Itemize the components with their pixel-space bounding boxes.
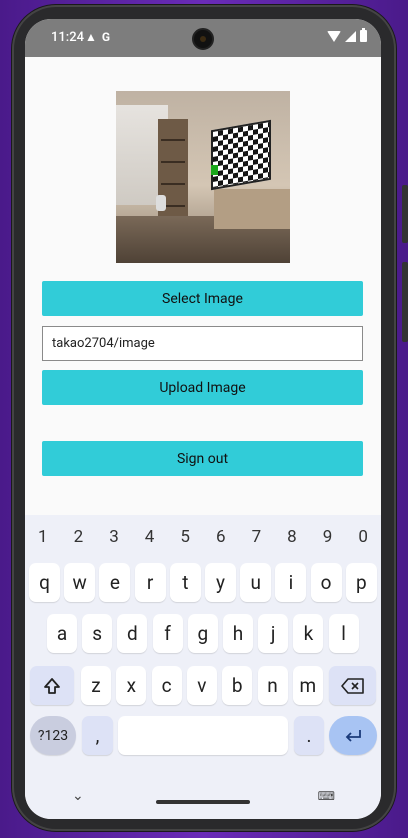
number-key[interactable]: 3 [109, 527, 119, 547]
letter-key[interactable]: u [240, 563, 272, 602]
letter-key[interactable]: p [345, 563, 377, 602]
google-icon: G [101, 30, 111, 44]
battery-icon [360, 28, 367, 42]
keyboard-switch-icon[interactable]: ⌨ [318, 789, 335, 803]
letter-key[interactable]: b [222, 666, 253, 705]
photo-green-marker [211, 165, 218, 175]
letter-key[interactable]: c [151, 666, 182, 705]
symbols-key[interactable]: ?123 [30, 716, 76, 755]
wifi-icon [327, 30, 341, 42]
space-key[interactable] [118, 716, 288, 755]
power-button [402, 185, 408, 243]
app-content: Select Image takao2704/image Upload Imag… [25, 57, 381, 515]
number-key[interactable]: 4 [145, 527, 155, 547]
signal-icon [345, 30, 356, 42]
upload-image-button[interactable]: Upload Image [42, 370, 363, 405]
letter-key[interactable]: s [82, 614, 113, 653]
number-key[interactable]: 2 [74, 527, 84, 547]
number-row: 1 2 3 4 5 6 7 8 9 0 [25, 527, 381, 547]
letter-key[interactable]: g [187, 614, 218, 653]
number-key[interactable]: 5 [180, 527, 190, 547]
shift-key[interactable] [30, 666, 74, 705]
device-background: 11:24 ▲ G Select Image takao2704/image U… [0, 0, 408, 838]
number-key[interactable]: 6 [216, 527, 226, 547]
letter-key[interactable]: d [117, 614, 148, 653]
status-bar: 11:24 ▲ G [25, 19, 381, 57]
letter-key[interactable]: q [29, 563, 60, 602]
number-key[interactable]: 8 [287, 527, 297, 547]
number-key[interactable]: 0 [358, 527, 368, 547]
select-image-button[interactable]: Select Image [42, 281, 363, 316]
path-input-value: takao2704/image [52, 336, 155, 351]
enter-key[interactable] [329, 716, 377, 755]
phone-screen: 11:24 ▲ G Select Image takao2704/image U… [25, 19, 381, 819]
selected-image-preview [116, 91, 290, 263]
number-key[interactable]: 9 [323, 527, 333, 547]
shift-icon [44, 677, 60, 694]
hide-keyboard-icon[interactable]: ⌄ [72, 788, 84, 804]
letter-key[interactable]: t [169, 563, 201, 602]
letter-key[interactable]: x [116, 666, 147, 705]
warning-icon: ▲ [85, 30, 97, 44]
home-gesture-pill[interactable] [156, 800, 250, 804]
letter-key[interactable]: k [293, 614, 324, 653]
letter-key[interactable]: e [99, 563, 131, 602]
letter-key[interactable]: n [257, 666, 288, 705]
backspace-icon [340, 677, 364, 694]
period-key[interactable]: . [294, 716, 324, 755]
number-key[interactable]: 7 [252, 527, 262, 547]
status-left-icons: ▲ G [85, 30, 110, 44]
navigation-bar: ⌄ ⌨ [25, 781, 381, 819]
backspace-key[interactable] [329, 666, 376, 705]
sign-out-button[interactable]: Sign out [42, 441, 363, 476]
letter-key[interactable]: a [47, 614, 77, 653]
letter-key[interactable]: v [186, 666, 217, 705]
front-camera [192, 28, 214, 50]
letter-key[interactable]: o [310, 563, 342, 602]
letter-key[interactable]: w [64, 563, 96, 602]
letter-key[interactable]: h [223, 614, 253, 653]
letter-key[interactable]: j [258, 614, 289, 653]
letter-key[interactable]: r [134, 563, 166, 602]
letter-key[interactable]: z [81, 666, 111, 705]
enter-icon [345, 729, 361, 742]
status-time: 11:24 [51, 30, 84, 45]
letter-key[interactable]: l [328, 614, 359, 653]
letter-key[interactable]: m [292, 666, 323, 705]
number-key[interactable]: 1 [38, 527, 48, 547]
photo-stool [156, 195, 166, 211]
soft-keyboard: 1 2 3 4 5 6 7 8 9 0 qwertyuiop asdfghjkl zxcvbnm ?1… [25, 515, 381, 819]
letter-key[interactable]: y [205, 563, 236, 602]
letter-key[interactable]: i [275, 563, 307, 602]
path-input[interactable]: takao2704/image [42, 326, 363, 361]
photo-cabinet [214, 189, 290, 229]
volume-button [402, 262, 408, 342]
status-right-icons [327, 28, 367, 42]
letter-key[interactable]: f [152, 614, 183, 653]
comma-key[interactable]: , [82, 716, 113, 755]
photo-tv [211, 119, 271, 191]
